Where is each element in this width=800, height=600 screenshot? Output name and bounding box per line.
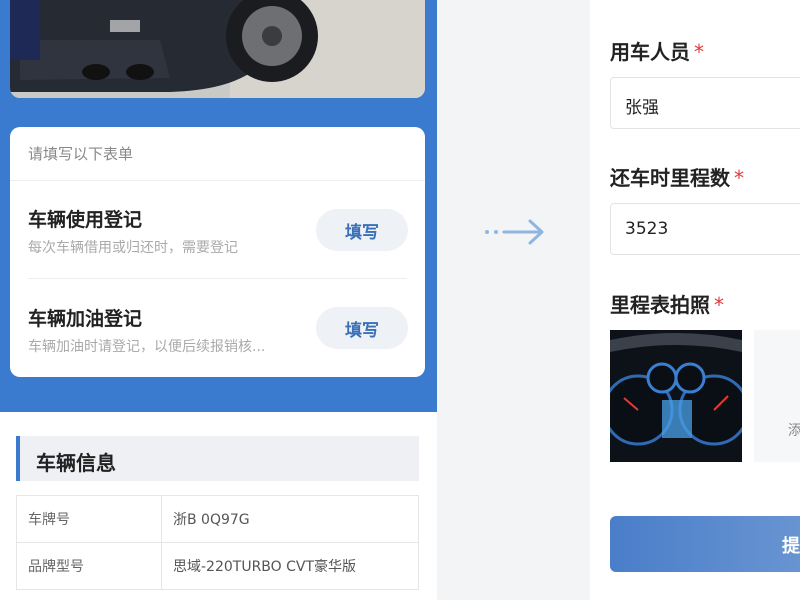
divider bbox=[10, 180, 425, 181]
field-label: 用车人员 * bbox=[610, 36, 704, 65]
section-header: 车辆信息 bbox=[16, 436, 419, 481]
driver-input[interactable]: 张强 bbox=[610, 77, 800, 129]
mileage-input[interactable]: 3523 bbox=[610, 203, 800, 255]
field-label: 里程表拍照 * bbox=[610, 289, 724, 318]
field-label-text: 用车人员 bbox=[610, 40, 690, 64]
add-photo-button[interactable]: 添 bbox=[754, 330, 800, 462]
table-value: 思域-220TURBO CVT豪华版 bbox=[161, 542, 419, 590]
form-title: 车辆使用登记 bbox=[28, 209, 143, 231]
table-row: 品牌型号 思域-220TURBO CVT豪华版 bbox=[16, 542, 419, 590]
vehicle-info-table: 车牌号 浙B 0Q97G 品牌型号 思域-220TURBO CVT豪华版 bbox=[16, 495, 419, 590]
table-row: 车牌号 浙B 0Q97G bbox=[16, 495, 419, 543]
form-row-refuel: 车辆加油登记 车辆加油时请登记，以便后续报销核... 填写 bbox=[28, 304, 408, 384]
submit-label: 提 bbox=[782, 536, 800, 557]
form-subtitle: 每次车辆借用或归还时，需要登记 bbox=[28, 240, 238, 256]
form-subtitle: 车辆加油时请登记，以便后续报销核... bbox=[28, 339, 266, 355]
divider bbox=[28, 278, 407, 279]
card-header: 请填写以下表单 bbox=[28, 145, 134, 163]
field-label-text: 还车时里程数 bbox=[610, 166, 730, 190]
required-mark: * bbox=[694, 40, 704, 64]
form-title: 车辆加油登记 bbox=[28, 308, 143, 330]
fill-button[interactable]: 填写 bbox=[316, 307, 408, 349]
fill-button[interactable]: 填写 bbox=[316, 209, 408, 251]
field-label-text: 里程表拍照 bbox=[610, 293, 710, 317]
form-card: 请填写以下表单 车辆使用登记 每次车辆借用或归还时，需要登记 填写 车辆加油登记… bbox=[10, 127, 425, 377]
right-screen: 用车人员 * 张强 还车时里程数 * 3523 里程表拍照 * 添 提 bbox=[590, 0, 800, 600]
form-row-vehicle-use: 车辆使用登记 每次车辆借用或归还时，需要登记 填写 bbox=[28, 205, 408, 285]
section-title: 车辆信息 bbox=[36, 451, 116, 475]
field-label: 还车时里程数 * bbox=[610, 162, 744, 191]
section-accent-bar bbox=[16, 436, 20, 481]
submit-button[interactable]: 提 bbox=[610, 516, 800, 572]
odometer-photo[interactable] bbox=[610, 330, 742, 462]
arrow-right-icon bbox=[484, 217, 548, 247]
required-mark: * bbox=[734, 166, 744, 190]
table-key: 品牌型号 bbox=[16, 542, 162, 590]
left-screen: 请填写以下表单 车辆使用登记 每次车辆借用或归还时，需要登记 填写 车辆加油登记… bbox=[0, 0, 437, 600]
car-photo bbox=[10, 0, 425, 98]
table-value: 浙B 0Q97G bbox=[161, 495, 419, 543]
required-mark: * bbox=[714, 293, 724, 317]
add-photo-label: 添 bbox=[788, 423, 800, 439]
input-value: 张强 bbox=[625, 98, 659, 118]
table-key: 车牌号 bbox=[16, 495, 162, 543]
input-value: 3523 bbox=[625, 219, 669, 239]
